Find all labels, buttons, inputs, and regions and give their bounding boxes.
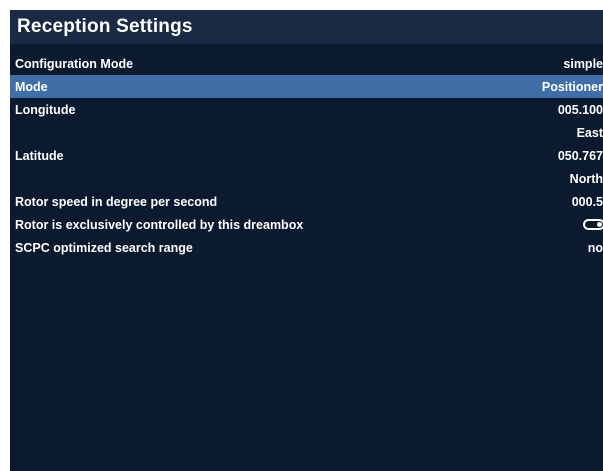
setting-row-longitude[interactable]: Longitude 005.100: [10, 98, 603, 121]
setting-row-latitude[interactable]: Latitude 050.767: [10, 144, 603, 167]
setting-row-rotor-speed[interactable]: Rotor speed in degree per second 000.5: [10, 190, 603, 213]
settings-list: Configuration Mode simple Mode Positione…: [10, 52, 603, 259]
title-bar: Reception Settings: [10, 10, 603, 44]
setting-value: 005.100: [557, 102, 603, 117]
setting-label: Configuration Mode: [15, 56, 134, 71]
setting-value: East: [576, 125, 603, 140]
setting-value: Positioner: [541, 79, 603, 94]
setting-value: 000.5: [571, 194, 603, 209]
setting-value: simple: [563, 56, 603, 71]
setting-value: North: [569, 171, 603, 186]
setting-value: no: [587, 240, 603, 255]
setting-label: Longitude: [15, 102, 76, 117]
setting-label: Rotor is exclusively controlled by this …: [15, 217, 304, 232]
setting-row-scpc-search-range[interactable]: SCPC optimized search range no: [10, 236, 603, 259]
setting-row-longitude-direction[interactable]: East: [10, 121, 603, 144]
setting-label: Latitude: [15, 148, 64, 163]
setting-row-configuration-mode[interactable]: Configuration Mode simple: [10, 52, 603, 75]
page-title: Reception Settings: [17, 16, 193, 37]
setting-row-latitude-direction[interactable]: North: [10, 167, 603, 190]
setting-value: 050.767: [557, 148, 603, 163]
reception-settings-screen: Reception Settings Configuration Mode si…: [10, 10, 603, 471]
setting-label: Mode: [15, 79, 48, 94]
toggle-knob: [597, 222, 602, 227]
setting-row-rotor-exclusive[interactable]: Rotor is exclusively controlled by this …: [10, 213, 603, 236]
setting-label: SCPC optimized search range: [15, 240, 193, 255]
setting-row-mode[interactable]: Mode Positioner: [10, 75, 603, 98]
toggle-switch-icon[interactable]: [583, 219, 603, 230]
setting-label: Rotor speed in degree per second: [15, 194, 218, 209]
